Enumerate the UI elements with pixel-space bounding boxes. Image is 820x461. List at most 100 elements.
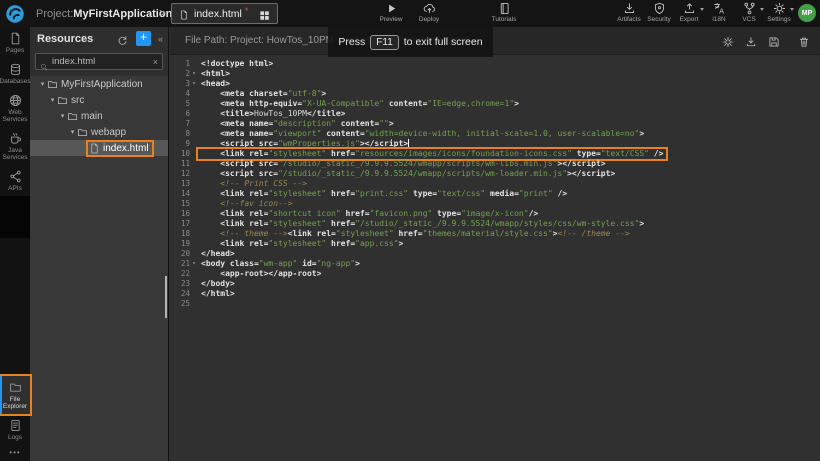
wavemaker-logo-icon bbox=[5, 4, 25, 24]
sidebar-divider bbox=[0, 196, 30, 238]
grid-icon[interactable] bbox=[259, 8, 270, 19]
code-token: "text/CSS" bbox=[601, 149, 649, 158]
settings-button[interactable]: Settings bbox=[764, 0, 794, 23]
security-button[interactable]: Security bbox=[644, 0, 674, 23]
tree-row-webapp[interactable]: ▾webapp bbox=[30, 124, 168, 140]
export-button[interactable]: Export bbox=[674, 0, 704, 23]
sidebar-item-apis-label: APIs bbox=[8, 185, 22, 192]
tree-expand-arrow[interactable]: ▾ bbox=[38, 80, 47, 88]
sidebar-item-logs[interactable]: Logs bbox=[0, 414, 30, 445]
tree-expand-arrow[interactable]: ▾ bbox=[68, 128, 77, 136]
fold-arrow-icon[interactable]: ▾ bbox=[190, 79, 198, 89]
line-content: <app-root></app-root> bbox=[198, 269, 324, 279]
code-line-25: 25 bbox=[170, 299, 820, 309]
book-icon bbox=[498, 2, 511, 15]
folder-icon bbox=[67, 111, 78, 122]
refresh-icon[interactable] bbox=[117, 33, 128, 44]
sidebar-item-databases[interactable]: Databases bbox=[0, 58, 30, 89]
preview-button[interactable]: Preview bbox=[372, 0, 410, 23]
code-token: <link rel= bbox=[201, 239, 268, 248]
fold-arrow-icon[interactable]: ▾ bbox=[190, 69, 198, 79]
code-token: <meta http-equiv= bbox=[201, 99, 302, 108]
sidebar-item-pages[interactable]: Pages bbox=[0, 27, 30, 58]
tree-expand-arrow[interactable]: ▾ bbox=[48, 96, 57, 104]
file-delete-button[interactable] bbox=[798, 35, 810, 47]
chevron-down-icon bbox=[790, 8, 794, 11]
code-token: media= bbox=[485, 189, 519, 198]
trash-icon bbox=[798, 35, 810, 47]
breadcrumb-chevron-icon: > bbox=[159, 6, 166, 20]
tree-scrollbar[interactable] bbox=[165, 276, 167, 318]
code-editor[interactable]: 1<!doctype html>2▾<html>3▾<head>4 <meta … bbox=[170, 56, 820, 461]
fold-arrow-icon[interactable]: ▾ bbox=[190, 259, 198, 269]
branch-icon bbox=[743, 2, 756, 15]
wavemaker-logo[interactable] bbox=[0, 0, 30, 27]
code-token: > bbox=[514, 99, 519, 108]
unsaved-marker: * bbox=[245, 6, 249, 16]
tree-expand-arrow[interactable]: ▾ bbox=[58, 112, 67, 120]
line-number: 2 bbox=[170, 69, 190, 79]
toolbar-right-actions: Artifacts Security Export Ai18NVCSSettings bbox=[614, 0, 794, 27]
code-line-5: 5 <meta http-equiv="X-UA-Compatible" con… bbox=[170, 99, 820, 109]
collapse-panel-button[interactable]: « bbox=[158, 34, 163, 44]
share-icon bbox=[9, 170, 22, 183]
code-line-8: 8 <meta name="viewport" content="width=d… bbox=[170, 129, 820, 139]
code-token: href= bbox=[326, 149, 355, 158]
code-line-24: 24</html> bbox=[170, 289, 820, 299]
tree-row-MyFirstApplication[interactable]: ▾MyFirstApplication bbox=[30, 76, 168, 92]
gear-icon bbox=[773, 2, 786, 15]
deploy-button[interactable]: Deploy bbox=[410, 0, 448, 23]
editor-area: File Path: Project: HowTos_10PM > src/ma… bbox=[170, 27, 820, 461]
code-token: "shortcut icon" bbox=[268, 209, 340, 218]
line-content: </head> bbox=[198, 249, 238, 259]
code-token: <body class= bbox=[201, 259, 259, 268]
sidebar-item-file-explorer[interactable]: File Explorer bbox=[0, 376, 30, 414]
wavemaker-studio-window: Project:MyFirstApplication > index.html … bbox=[0, 0, 820, 461]
tutorials-button[interactable]: Tutorials bbox=[482, 0, 526, 23]
tree-row-main[interactable]: ▾main bbox=[30, 108, 168, 124]
tree-row-src[interactable]: ▾ src bbox=[30, 92, 168, 108]
coffee-icon bbox=[9, 132, 22, 145]
code-token: "stylesheet" bbox=[268, 149, 326, 158]
line-number: 6 bbox=[170, 109, 190, 119]
code-token: > bbox=[639, 129, 644, 138]
svg-text:A: A bbox=[719, 6, 724, 15]
file-icon bbox=[89, 143, 100, 154]
project-name: MyFirstApplication bbox=[73, 8, 172, 20]
code-token: "app.css" bbox=[355, 239, 398, 248]
tab-index-html[interactable]: index.html * bbox=[171, 3, 278, 24]
user-avatar[interactable]: MP bbox=[798, 4, 816, 22]
code-token: "utf-8" bbox=[288, 89, 322, 98]
more-options-button[interactable]: ••• bbox=[0, 445, 30, 459]
line-content: <html> bbox=[198, 69, 233, 79]
line-number: 18 bbox=[170, 229, 190, 239]
file-download-button[interactable] bbox=[745, 35, 757, 47]
sidebar-item-web-services[interactable]: Web Services bbox=[0, 89, 30, 127]
code-token: href= bbox=[326, 219, 355, 228]
tree-item-label: index.html bbox=[103, 143, 149, 154]
code-token bbox=[201, 199, 220, 208]
line-number: 4 bbox=[170, 89, 190, 99]
line-number: 15 bbox=[170, 199, 190, 209]
clear-search-icon[interactable]: × bbox=[153, 57, 158, 67]
i18n-button[interactable]: Ai18N bbox=[704, 0, 734, 23]
sidebar-item-apis[interactable]: APIs bbox=[0, 165, 30, 196]
code-line-14: 14 <link rel="stylesheet" href="print.cs… bbox=[170, 189, 820, 199]
artifacts-button-label: Artifacts bbox=[617, 16, 640, 23]
code-token: "print.css" bbox=[355, 189, 408, 198]
search-input[interactable] bbox=[52, 56, 149, 67]
line-content: <!-- Print CSS --> bbox=[198, 179, 310, 189]
file-settings-button[interactable] bbox=[722, 35, 734, 47]
line-content: <link rel="stylesheet" href="resources/i… bbox=[198, 149, 666, 159]
sidebar-item-java-services[interactable]: Java Services bbox=[0, 127, 30, 165]
artifacts-button[interactable]: Artifacts bbox=[614, 0, 644, 23]
code-token: "stylesheet" bbox=[268, 239, 326, 248]
line-content: <body class="wm-app" id="ng-app"> bbox=[198, 259, 363, 269]
tree-row-index.html[interactable]: index.html bbox=[30, 140, 168, 156]
vcs-button[interactable]: VCS bbox=[734, 0, 764, 23]
add-resource-button[interactable]: + bbox=[136, 31, 151, 46]
file-save-button[interactable] bbox=[768, 35, 780, 47]
export-button-label: Export bbox=[680, 16, 699, 23]
code-token: <link rel= bbox=[201, 189, 268, 198]
tree-item-label: src bbox=[71, 95, 84, 106]
